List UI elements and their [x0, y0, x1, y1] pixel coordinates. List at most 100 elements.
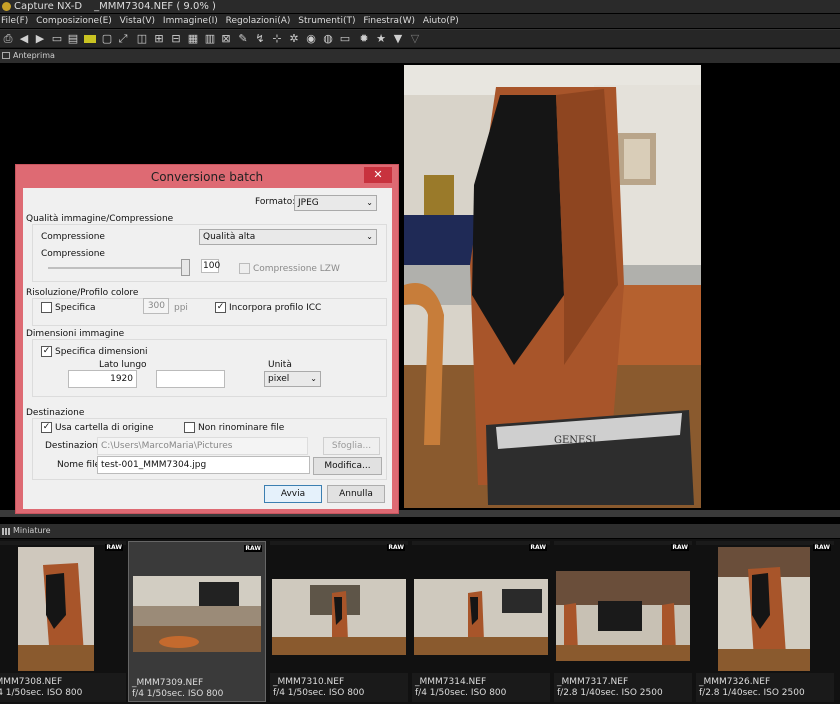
compressione-slider-label: Compressione [41, 249, 105, 259]
preview-label: Anteprima [13, 51, 55, 60]
red-eye-icon[interactable]: ◉ [305, 33, 317, 45]
thumbnail-item[interactable]: RAW _MMM7317.NEF f/2.8 1/40sec. ISO 2500 [554, 541, 692, 702]
thumbnail-item[interactable]: RAW _MMM7310.NEF f/4 1/50sec. ISO 800 [270, 541, 408, 702]
specifica-checkbox[interactable] [41, 302, 52, 313]
gear-icon[interactable]: ✹ [358, 33, 370, 45]
picker-icon[interactable]: ⊹ [271, 33, 283, 45]
formato-label: Formato: [255, 197, 296, 207]
compressione-slider-track[interactable] [48, 267, 190, 269]
star-icon[interactable]: ★ [375, 33, 387, 45]
avvia-button[interactable]: Avvia [264, 485, 322, 503]
histogram-icon[interactable]: ▦ [187, 33, 199, 45]
menu-strumenti[interactable]: Strumenti(T) [298, 16, 355, 26]
raw-badge: RAW [529, 544, 547, 551]
destinazione-field[interactable]: C:\Users\MarcoMaria\Pictures [97, 437, 308, 455]
close-button[interactable]: ✕ [364, 167, 392, 183]
monitor-icon[interactable]: ◍ [322, 33, 334, 45]
unita-label: Unità [268, 360, 292, 370]
icc-checkbox[interactable]: ✓ [215, 302, 226, 313]
raw-badge: RAW [244, 545, 262, 552]
lzw-label: Compressione LZW [253, 264, 340, 274]
svg-text:GENESI: GENESI [554, 435, 596, 446]
app-logo-icon [2, 2, 11, 11]
dialog-title: Conversione batch [150, 170, 264, 184]
lzw-checkbox[interactable] [239, 263, 250, 274]
filmstrip-icon[interactable] [84, 35, 96, 43]
fullscreen-icon[interactable]: ⤢ [117, 33, 129, 45]
chevron-down-icon: ⌄ [366, 232, 373, 241]
thumbnail-image [696, 545, 834, 673]
formato-select[interactable]: JPEG ⌄ [294, 195, 377, 211]
menu-file[interactable]: File(F) [1, 16, 28, 26]
lato-lungo-field[interactable]: 1920 [68, 370, 137, 388]
unita-select[interactable]: pixel ⌄ [264, 371, 321, 387]
menu-immagine[interactable]: Immagine(I) [163, 16, 218, 26]
raw-badge: RAW [105, 544, 123, 551]
retouch-icon[interactable]: ✲ [288, 33, 300, 45]
non-rinominare-checkbox[interactable] [184, 422, 195, 433]
arrow-right-icon[interactable]: ▶ [34, 33, 46, 45]
grid-icon[interactable]: ⊞ [153, 33, 165, 45]
formato-value: JPEG [298, 198, 319, 208]
crop-icon[interactable]: ▥ [204, 33, 216, 45]
thumbnail-item[interactable]: RAW _MMM7309.NEF f/4 1/50sec. ISO 800 [128, 541, 266, 702]
raw-badge: RAW [387, 544, 405, 551]
sfoglia-button[interactable]: Sfoglia... [323, 437, 380, 455]
dest-group-title: Destinazione [26, 408, 85, 418]
modifica-button[interactable]: Modifica... [313, 457, 382, 475]
preview-panel-header: Anteprima [0, 49, 840, 63]
filter-icon[interactable]: ▼ [392, 33, 404, 45]
dims-group-title: Dimensioni immagine [26, 329, 125, 339]
thumbnail-item[interactable]: RAW _MMM7308.NEF f/4 1/50sec. ISO 800 [0, 541, 126, 702]
quality-group-title: Qualità immagine/Compressione [26, 214, 174, 224]
usa-cartella-label: Usa cartella di origine [55, 423, 154, 433]
arrow-left-icon[interactable]: ◀ [18, 33, 30, 45]
preview-icon [2, 52, 10, 59]
raw-badge: RAW [671, 544, 689, 551]
thumbnail-name: _MMM7314.NEF [415, 677, 487, 687]
resolution-group-title: Risoluzione/Profilo colore [26, 288, 139, 298]
menu-finestra[interactable]: Finestra(W) [363, 16, 415, 26]
window-icon[interactable]: ▢ [101, 33, 113, 45]
batch-conversion-dialog: Conversione batch ✕ Formato: JPEG ⌄ Quali… [15, 164, 399, 514]
thumbnail-meta: f/4 1/50sec. ISO 800 [0, 688, 83, 698]
ppi-field[interactable]: 300 [143, 298, 169, 314]
thumbnail-meta: f/4 1/50sec. ISO 800 [273, 688, 365, 698]
secondary-dimension-field[interactable] [156, 370, 225, 388]
non-rinominare-label: Non rinominare file [198, 423, 285, 433]
toolbar: ⎙ ◀ ▶ ▭ ▤ ▢ ⤢ ◫ ⊞ ⊟ ▦ ▥ ⊠ ✎ ↯ ⊹ ✲ ◉ ◍ ▭ … [0, 29, 840, 48]
nome-file-field[interactable]: test-001_MMM7304.jpg [97, 456, 310, 474]
thumbnail-meta: f/4 1/50sec. ISO 800 [132, 689, 224, 699]
usa-cartella-checkbox[interactable]: ✓ [41, 422, 52, 433]
filter-clear-icon[interactable]: ▽ [409, 33, 421, 45]
rotate-icon[interactable]: ⊠ [220, 33, 232, 45]
compressione-number-field[interactable]: 100 [201, 259, 220, 273]
app-name: Capture NX-D [14, 1, 83, 12]
compare-icon[interactable]: ◫ [136, 33, 148, 45]
specifica-dims-label: Specifica dimensioni [55, 347, 148, 357]
compressione-slider-thumb[interactable] [181, 259, 190, 276]
thumbnail-name: _MMM7310.NEF [273, 677, 345, 687]
folder-open-icon[interactable]: ▭ [51, 33, 63, 45]
specifica-label: Specifica [55, 303, 96, 313]
chevron-down-icon: ⌄ [366, 198, 373, 207]
menu-aiuto[interactable]: Aiuto(P) [423, 16, 459, 26]
menu-vista[interactable]: Vista(V) [120, 16, 155, 26]
compressione-value: Qualità alta [203, 232, 256, 242]
save-icon[interactable]: ▤ [67, 33, 79, 45]
thumbnail-item[interactable]: RAW _MMM7314.NEF f/4 1/50sec. ISO 800 [412, 541, 550, 702]
settings-icon[interactable]: ▭ [339, 33, 351, 45]
grid-small-icon[interactable]: ⊟ [170, 33, 182, 45]
straighten-icon[interactable]: ✎ [237, 33, 249, 45]
thumbnail-image [0, 545, 126, 673]
compressione-select[interactable]: Qualità alta ⌄ [199, 229, 377, 245]
thumbnail-image [554, 545, 692, 673]
eyedropper-icon[interactable]: ↯ [254, 33, 266, 45]
lato-lungo-label: Lato lungo [99, 360, 147, 370]
thumbnail-item[interactable]: RAW _MMM7326.NEF f/2.8 1/40sec. ISO 2500 [696, 541, 834, 702]
printer-icon[interactable]: ⎙ [2, 33, 14, 45]
annulla-button[interactable]: Annulla [327, 485, 385, 503]
specifica-dims-checkbox[interactable]: ✓ [41, 346, 52, 357]
menu-regolazioni[interactable]: Regolazioni(A) [226, 16, 291, 26]
menu-composizione[interactable]: Composizione(E) [36, 16, 112, 26]
